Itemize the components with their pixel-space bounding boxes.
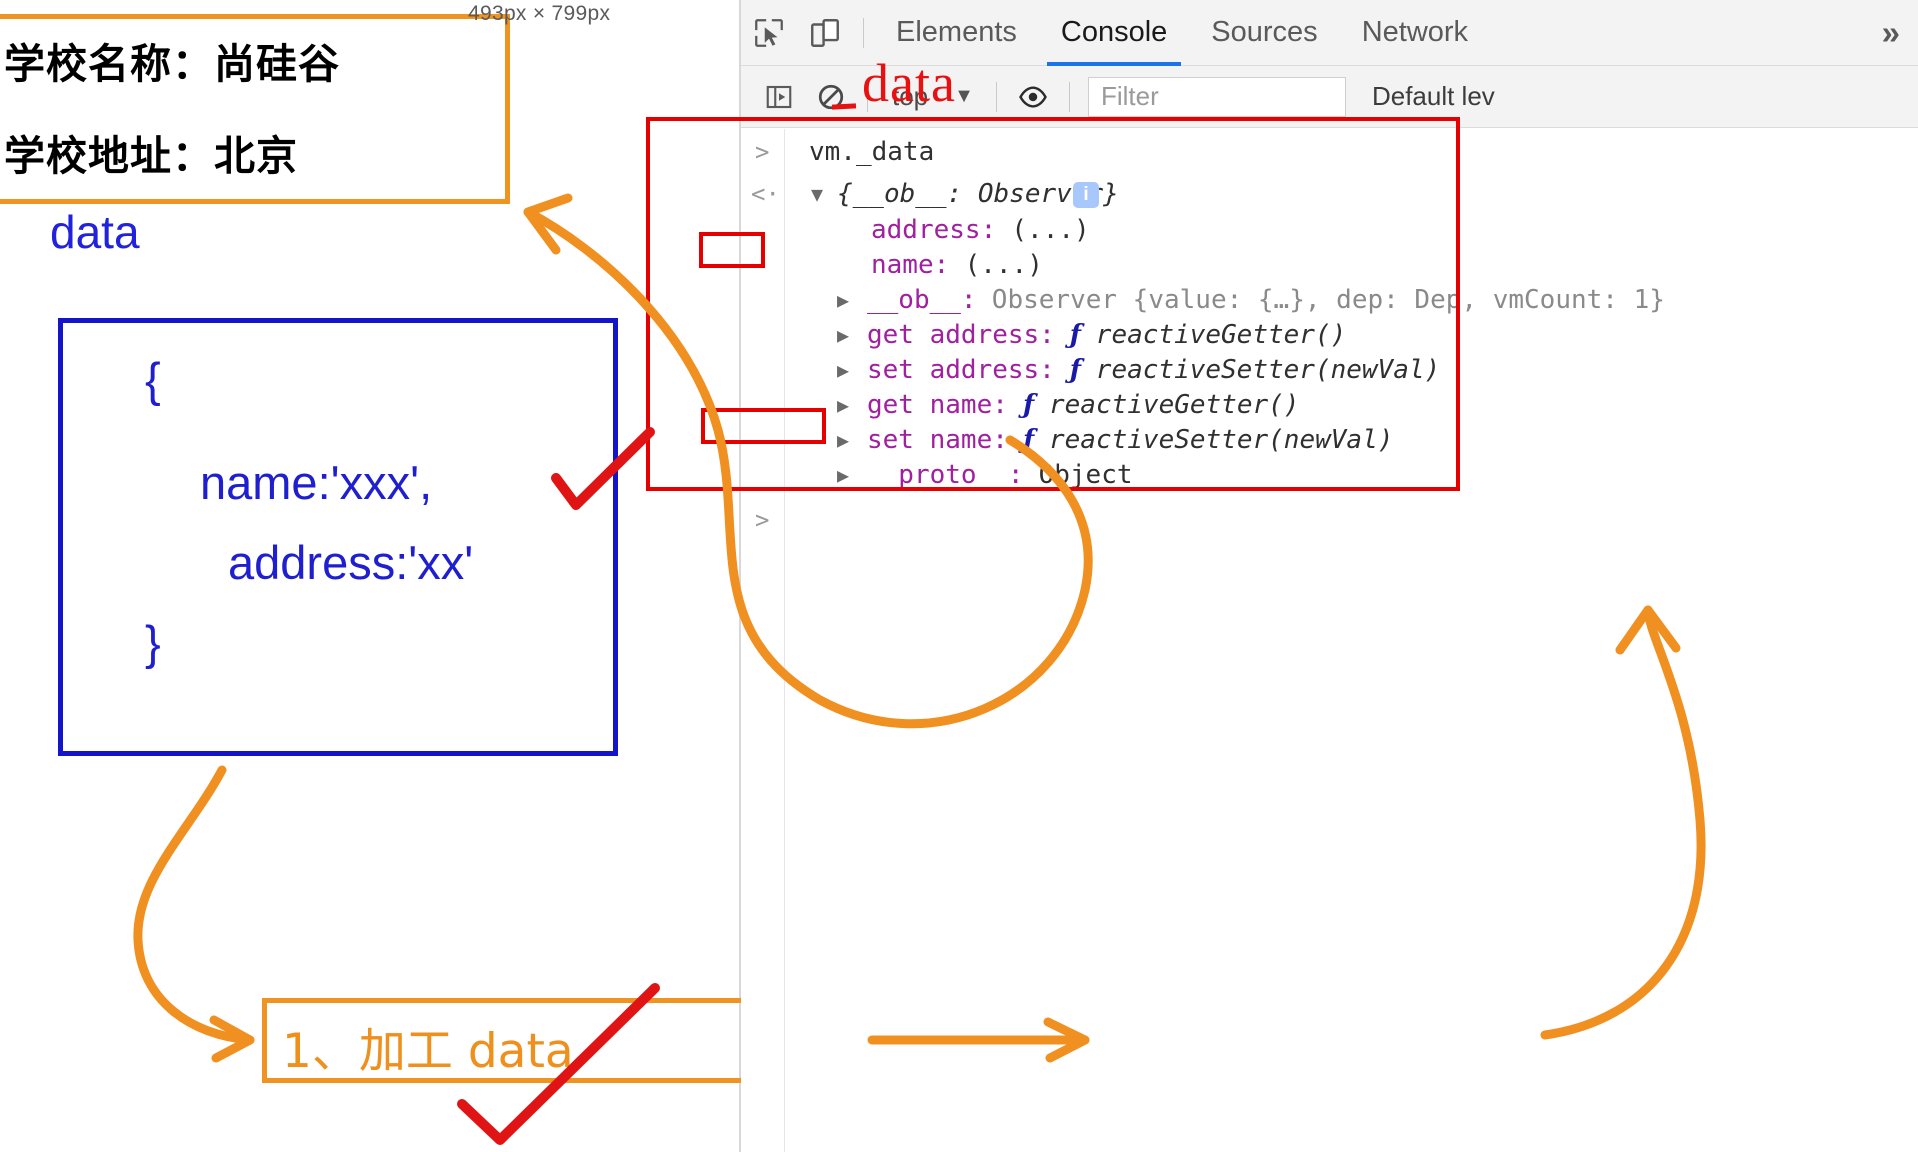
tab-network[interactable]: Network <box>1340 0 1490 66</box>
console-filter-placeholder: Filter <box>1101 81 1159 112</box>
filterbar-divider-2 <box>996 82 997 112</box>
device-toolbar-icon[interactable] <box>797 0 853 66</box>
toolbar-divider <box>863 18 864 48</box>
cursor-select-icon[interactable] <box>741 0 797 66</box>
viewport-dimension-label: 493px × 799px <box>468 2 610 26</box>
step1-annotation-label: 1、加工 data <box>282 1012 574 1081</box>
code-name-property: name:'xxx', <box>200 455 432 510</box>
tab-sources[interactable]: Sources <box>1189 0 1339 66</box>
school-address-text: 学校地址：北京 <box>4 122 298 182</box>
data-caption-label: data <box>50 205 140 259</box>
code-address-property: address:'xx' <box>228 535 473 590</box>
tab-sources-label: Sources <box>1211 16 1317 49</box>
code-open-brace: { <box>145 352 161 407</box>
console-trailing-prompt: > <box>755 503 769 538</box>
set-name-red-highlight <box>701 408 826 444</box>
school-name-text: 学校名称：尚硅谷 <box>4 30 340 90</box>
tab-console-label: Console <box>1061 16 1167 49</box>
rendered-page-pane: 学校名称：尚硅谷 学校地址：北京 493px × 799px data { na… <box>0 0 740 1152</box>
console-filter-input[interactable]: Filter <box>1088 77 1346 117</box>
code-close-brace: } <box>145 615 161 670</box>
tab-elements-label: Elements <box>896 16 1017 49</box>
tab-console[interactable]: Console <box>1039 0 1189 66</box>
console-line: > <box>741 503 1918 538</box>
name-property-red-highlight <box>699 232 765 268</box>
log-level-selector[interactable]: Default lev <box>1372 81 1495 112</box>
red-data-annotation-label: data <box>862 52 956 114</box>
tab-network-label: Network <box>1362 16 1468 49</box>
more-tabs-icon[interactable]: » <box>1864 14 1918 52</box>
filterbar-divider-3 <box>1069 82 1070 112</box>
screenshot-root: 学校名称：尚硅谷 学校地址：北京 493px × 799px data { na… <box>0 0 1918 1152</box>
